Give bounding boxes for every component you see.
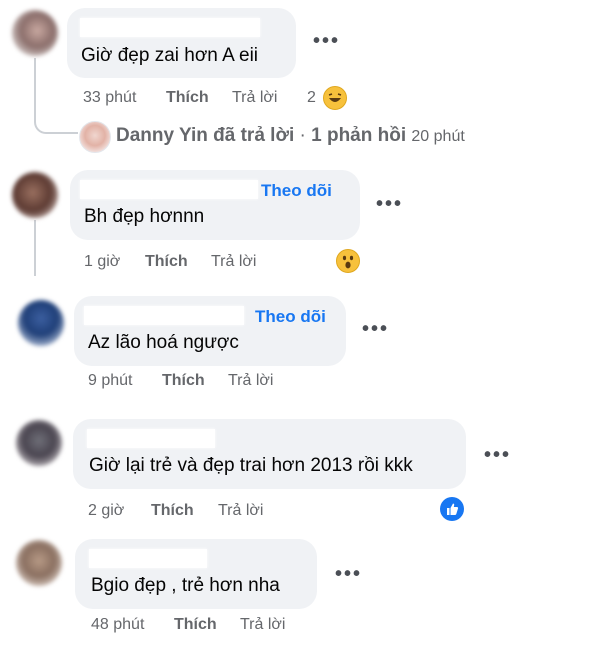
blurred-author-name[interactable] xyxy=(89,549,207,568)
comment-time[interactable]: 48 phút xyxy=(91,616,144,634)
avatar[interactable] xyxy=(16,540,62,586)
reply-summary[interactable]: Danny Yin đã trả lời · 1 phản hồi 20 phú… xyxy=(116,125,465,147)
comment-bubble: Giờ lại trẻ và đẹp trai hơn 2013 rồi kkk xyxy=(73,419,466,489)
comment-time[interactable]: 9 phút xyxy=(88,372,132,390)
reply-button[interactable]: Trả lời xyxy=(240,616,285,634)
like-button[interactable]: Thích xyxy=(174,616,217,634)
more-dots-icon[interactable]: ••• xyxy=(313,30,340,53)
more-dots-icon[interactable]: ••• xyxy=(335,563,362,586)
wow-emoji-icon[interactable] xyxy=(336,249,360,273)
comment-text: Bh đẹp hơnnn xyxy=(84,206,205,227)
like-icon[interactable] xyxy=(440,497,464,521)
comment-text: Az lão hoá ngược xyxy=(88,332,239,353)
reaction-count: 2 xyxy=(307,89,316,106)
like-button[interactable]: Thích xyxy=(151,502,194,520)
like-button[interactable]: Thích xyxy=(145,253,188,271)
comment-text: Bgio đẹp , trẻ hơn nha xyxy=(91,575,280,596)
more-dots-icon[interactable]: ••• xyxy=(362,318,389,341)
thread-line xyxy=(34,220,36,276)
follow-button[interactable]: Theo dõi xyxy=(255,307,326,327)
reply-time: 20 phút xyxy=(411,128,465,145)
avatar[interactable] xyxy=(16,420,62,466)
reply-button[interactable]: Trả lời xyxy=(211,253,256,271)
laughing-emoji-icon[interactable] xyxy=(323,86,347,110)
like-button[interactable]: Thích xyxy=(162,372,205,390)
more-dots-icon[interactable]: ••• xyxy=(484,444,511,467)
more-dots-icon[interactable]: ••• xyxy=(376,193,403,216)
blurred-author-name[interactable] xyxy=(80,18,260,37)
separator: · xyxy=(299,125,306,146)
reply-count[interactable]: 1 phản hồi xyxy=(311,125,406,146)
avatar[interactable] xyxy=(12,172,58,218)
reply-avatar[interactable] xyxy=(79,121,111,153)
comment-bubble: Theo dõi Bh đẹp hơnnn xyxy=(70,170,360,240)
blurred-author-name[interactable] xyxy=(80,180,258,199)
reply-button[interactable]: Trả lời xyxy=(218,502,263,520)
reply-author-name[interactable]: Danny Yin xyxy=(116,125,208,146)
reply-action: đã trả lời xyxy=(213,125,295,146)
avatar[interactable] xyxy=(18,300,64,346)
comment-bubble: Bgio đẹp , trẻ hơn nha xyxy=(75,539,317,609)
comment-time[interactable]: 2 giờ xyxy=(88,502,124,520)
comment-time[interactable]: 1 giờ xyxy=(84,253,120,271)
comment-text: Giờ lại trẻ và đẹp trai hơn 2013 rồi kkk xyxy=(89,455,413,476)
avatar[interactable] xyxy=(12,10,58,56)
like-button[interactable]: Thích xyxy=(166,89,209,107)
blurred-author-name[interactable] xyxy=(84,306,244,325)
follow-button[interactable]: Theo dõi xyxy=(261,181,332,201)
comment-text: Giờ đẹp zai hơn A eii xyxy=(81,45,259,66)
reply-button[interactable]: Trả lời xyxy=(232,89,277,107)
blurred-author-name[interactable] xyxy=(87,429,215,448)
comment-bubble: Theo dõi Az lão hoá ngược xyxy=(74,296,346,366)
comment-time[interactable]: 33 phút xyxy=(83,89,136,107)
reply-button[interactable]: Trả lời xyxy=(228,372,273,390)
comment-bubble: Giờ đẹp zai hơn A eii xyxy=(67,8,296,78)
